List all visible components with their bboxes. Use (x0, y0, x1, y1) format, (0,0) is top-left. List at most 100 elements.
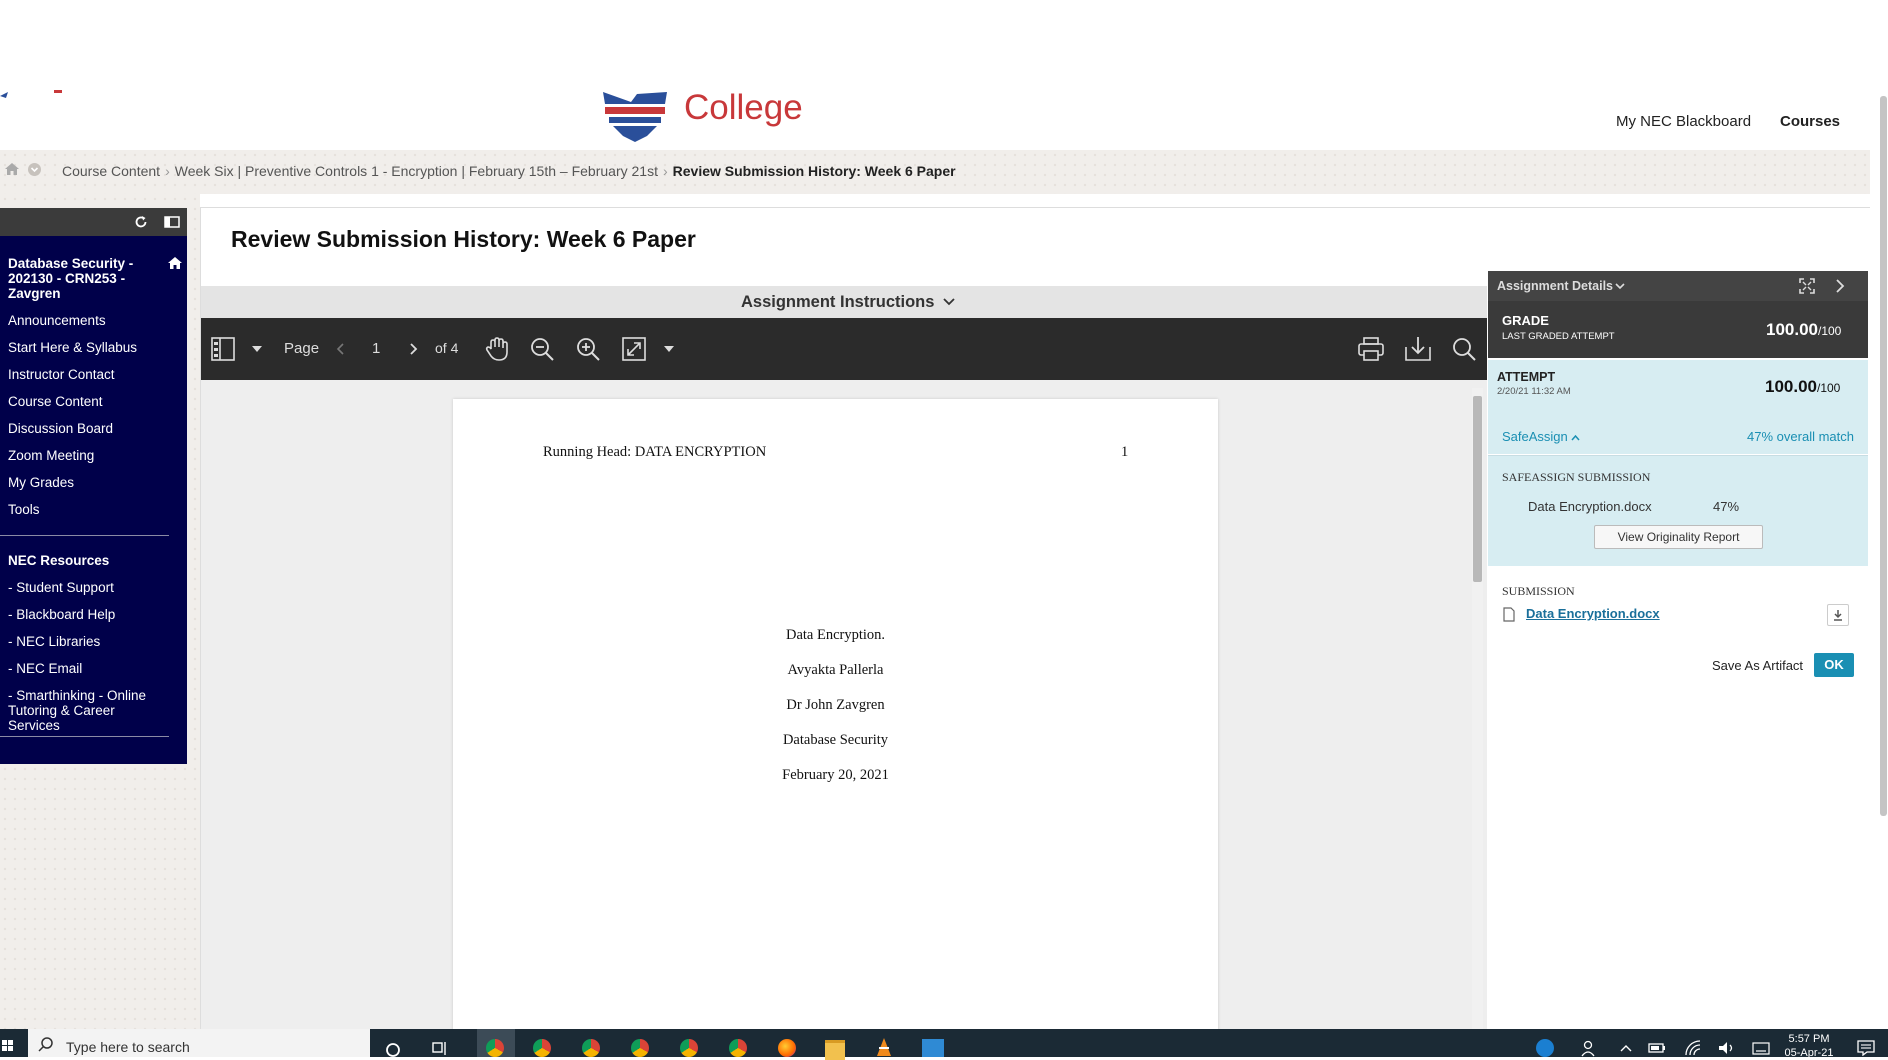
volume-icon[interactable] (1718, 1040, 1736, 1056)
pan-hand-icon[interactable] (484, 336, 510, 362)
assignment-instructions-label: Assignment Instructions (741, 293, 935, 311)
page-title: Review Submission History: Week 6 Paper (231, 226, 696, 252)
chevron-down-icon (1615, 283, 1625, 290)
download-icon (1834, 610, 1842, 621)
grade-value: 100.00 (1766, 320, 1818, 339)
download-file-button[interactable] (1827, 604, 1849, 626)
page-total: of 4 (435, 340, 459, 356)
zoom-options-caret-icon[interactable] (664, 346, 674, 352)
download-icon[interactable] (1405, 336, 1431, 362)
menu-nec-email[interactable]: - NEC Email (8, 661, 82, 676)
windows-start-icon[interactable] (2, 1040, 14, 1052)
chrome-icon[interactable] (533, 1039, 551, 1057)
file-explorer-icon[interactable] (825, 1040, 845, 1060)
page-number-input[interactable]: 1 (372, 340, 380, 357)
display-menu-icon[interactable] (164, 215, 180, 229)
attempt-score[interactable]: 100.00/100 (1765, 377, 1840, 397)
menu-my-grades[interactable]: My Grades (8, 475, 74, 490)
refresh-icon[interactable] (134, 215, 148, 229)
chrome-icon[interactable] (582, 1039, 600, 1057)
taskbar-clock[interactable]: 5:57 PM 05-Apr-21 (1778, 1032, 1840, 1060)
cortana-icon[interactable] (385, 1042, 401, 1057)
photos-icon[interactable] (922, 1039, 944, 1057)
zoom-in-icon[interactable] (576, 337, 601, 362)
menu-divider (0, 736, 169, 737)
breadcrumb-week-six[interactable]: Week Six | Preventive Controls 1 - Encry… (175, 163, 658, 179)
people-icon[interactable] (1580, 1040, 1596, 1057)
menu-tools[interactable]: Tools (8, 502, 40, 517)
help-icon[interactable] (1536, 1039, 1554, 1057)
expand-icon[interactable] (1799, 278, 1815, 294)
assignment-details-header[interactable]: Assignment Details (1488, 271, 1868, 301)
safeassign-submission-label: SAFEASSIGN SUBMISSION (1502, 470, 1651, 484)
menu-zoom-meeting[interactable]: Zoom Meeting (8, 448, 94, 463)
document-author: Avyakta Pallerla (787, 662, 884, 678)
menu-smarthinking[interactable]: - Smarthinking - Online Tutoring & Caree… (8, 688, 168, 733)
home-icon[interactable] (4, 161, 20, 177)
menu-instructor-contact[interactable]: Instructor Contact (8, 367, 115, 382)
site-header (0, 0, 1888, 150)
sidebar-toggle-icon[interactable] (211, 337, 235, 361)
nav-courses[interactable]: Courses (1780, 113, 1840, 130)
ok-button[interactable]: OK (1814, 653, 1854, 677)
keyboard-icon[interactable] (1752, 1042, 1770, 1055)
zoom-out-icon[interactable] (530, 337, 555, 362)
print-icon[interactable] (1358, 337, 1384, 361)
collapse-panel-icon[interactable] (1835, 279, 1845, 293)
task-view-icon[interactable] (432, 1040, 450, 1057)
chrome-icon[interactable] (631, 1039, 649, 1057)
submission-section: SUBMISSION Data Encryption.docx Save As … (1488, 566, 1868, 1029)
chrome-icon[interactable] (486, 1039, 504, 1057)
next-page-icon[interactable] (410, 343, 418, 355)
document-page: Running Head: DATA ENCRYPTION 1 Data Enc… (453, 399, 1218, 1039)
wifi-icon[interactable] (1685, 1040, 1701, 1056)
menu-course-content[interactable]: Course Content (8, 394, 103, 409)
partial-logo-icon (0, 90, 62, 98)
menu-announcements[interactable]: Announcements (8, 313, 106, 328)
assignment-instructions-toggle[interactable]: Assignment Instructions (741, 293, 955, 312)
safeassign-file: Data Encryption.docx (1528, 499, 1652, 514)
menu-divider (0, 535, 169, 536)
chevron-right-icon: › (662, 163, 668, 179)
show-hidden-icons-icon[interactable] (1620, 1044, 1632, 1052)
previous-page-icon[interactable] (336, 343, 344, 355)
fit-page-icon[interactable] (622, 337, 646, 361)
vlc-icon[interactable] (874, 1037, 894, 1057)
battery-icon[interactable] (1648, 1042, 1666, 1054)
notifications-icon[interactable] (1857, 1040, 1875, 1056)
college-logo-icon[interactable] (601, 90, 669, 144)
submission-file-link[interactable]: Data Encryption.docx (1526, 606, 1660, 621)
menu-start-here[interactable]: Start Here & Syllabus (8, 340, 137, 355)
chrome-icon[interactable] (729, 1039, 747, 1057)
menu-discussion-board[interactable]: Discussion Board (8, 421, 113, 436)
nec-resources-heading: NEC Resources (8, 553, 110, 568)
menu-nec-libraries[interactable]: - NEC Libraries (8, 634, 100, 649)
viewer-scrollbar-thumb[interactable] (1473, 396, 1482, 582)
document-course: Database Security (782, 732, 889, 748)
overall-match[interactable]: 47% overall match (1747, 429, 1854, 444)
course-title[interactable]: Database Security - 202130 - CRN253 - Za… (8, 256, 158, 301)
clock-date: 05-Apr-21 (1784, 1047, 1834, 1059)
view-originality-report-button[interactable]: View Originality Report (1594, 525, 1763, 549)
college-logo-text[interactable]: College (684, 88, 803, 128)
search-document-icon[interactable] (1452, 337, 1477, 362)
breadcrumb-menu-icon[interactable] (27, 162, 42, 177)
safeassign-label: SafeAssign (1502, 429, 1568, 444)
caret-down-icon[interactable] (252, 346, 262, 352)
course-menu: Database Security - 202130 - CRN253 - Za… (0, 236, 187, 764)
grade-max: /100 (1818, 324, 1842, 338)
taskbar-search-box[interactable]: Type here to search (28, 1029, 370, 1057)
course-home-icon[interactable] (167, 256, 183, 270)
menu-student-support[interactable]: - Student Support (8, 580, 114, 595)
chevron-down-icon (943, 298, 955, 306)
page-scrollbar-thumb[interactable] (1880, 96, 1887, 816)
breadcrumb-course-content[interactable]: Course Content (62, 163, 160, 179)
safeassign-percent: 47% (1713, 499, 1740, 514)
nav-my-nec-blackboard[interactable]: My NEC Blackboard (1616, 113, 1751, 130)
menu-blackboard-help[interactable]: - Blackboard Help (8, 607, 115, 622)
chrome-icon[interactable] (680, 1039, 698, 1057)
grade-label: GRADE (1502, 313, 1549, 328)
running-head: Running Head: DATA ENCRYPTION (543, 444, 767, 460)
firefox-icon[interactable] (778, 1039, 796, 1057)
safeassign-toggle[interactable]: SafeAssign (1502, 429, 1580, 444)
